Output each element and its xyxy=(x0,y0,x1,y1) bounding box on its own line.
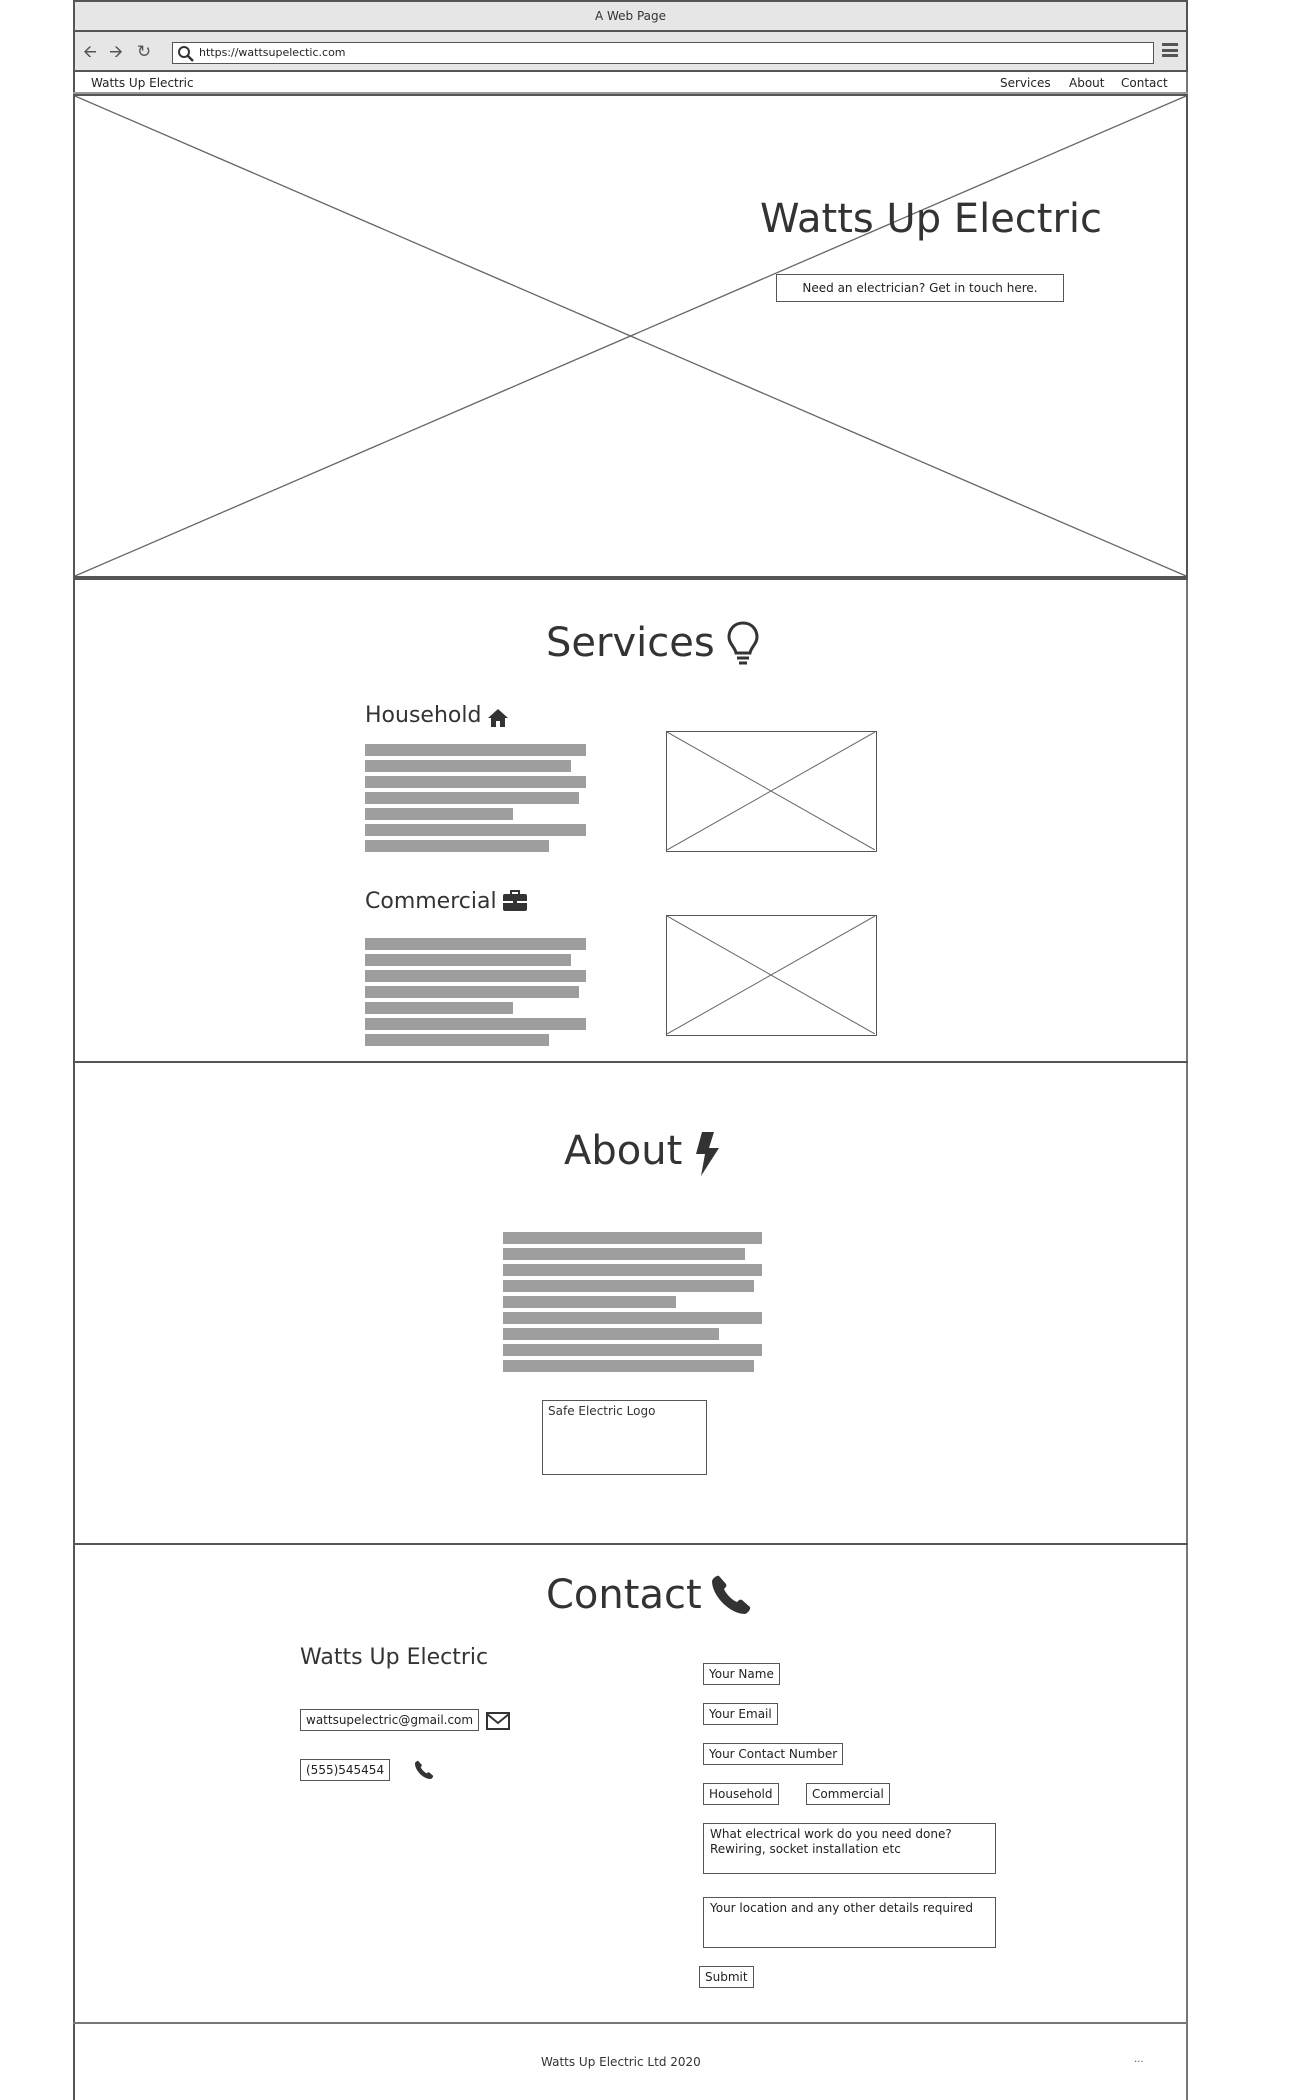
form-household-option[interactable]: Household xyxy=(703,1783,779,1805)
back-arrow-icon[interactable]: 🡨 xyxy=(80,42,100,62)
contact-phone-field[interactable]: (555)545454 xyxy=(300,1759,391,1781)
url-text: https://wattsupelectic.com xyxy=(199,46,346,59)
form-email-input[interactable]: Your Email xyxy=(703,1703,778,1725)
briefcase-icon xyxy=(503,890,527,911)
hero-placeholder-cross xyxy=(75,96,1186,576)
form-name-input[interactable]: Your Name xyxy=(703,1663,780,1685)
hero-image-placeholder xyxy=(73,94,1188,578)
service-household-text xyxy=(365,744,586,852)
nav-link-services[interactable]: Services xyxy=(1000,76,1051,90)
service-commercial-text xyxy=(365,938,586,1046)
window-title: A Web Page xyxy=(73,0,1188,32)
footer-text: Watts Up Electric Ltd 2020 xyxy=(541,2055,701,2069)
form-number-input[interactable]: Your Contact Number xyxy=(703,1743,844,1765)
safe-electric-logo-placeholder: Safe Electric Logo xyxy=(542,1400,707,1475)
url-input[interactable]: https://wattsupelectic.com xyxy=(172,42,1154,64)
services-title: Services xyxy=(546,620,715,666)
service-household-title: Household xyxy=(365,703,482,728)
forward-arrow-icon[interactable]: 🡪 xyxy=(106,42,126,62)
hero-title: Watts Up Electric xyxy=(760,196,1103,242)
services-divider-top xyxy=(73,578,1188,580)
phone-icon xyxy=(712,1575,751,1614)
form-location-textarea[interactable]: Your location and any other details requ… xyxy=(703,1897,996,1948)
contact-company-name: Watts Up Electric xyxy=(300,1645,489,1670)
form-commercial-option[interactable]: Commercial xyxy=(806,1783,890,1805)
reload-icon[interactable]: ↻ xyxy=(134,42,154,62)
hero-cta-button[interactable]: Need an electrician? Get in touch here. xyxy=(776,274,1064,302)
phone-small-icon xyxy=(414,1760,434,1780)
envelope-icon xyxy=(486,1712,510,1730)
service-commercial-image xyxy=(666,915,877,1036)
search-icon xyxy=(178,46,194,62)
about-text xyxy=(503,1232,762,1372)
lightbulb-icon xyxy=(727,621,759,665)
nav-link-about[interactable]: About xyxy=(1069,76,1104,90)
nav-link-contact[interactable]: Contact xyxy=(1121,76,1168,90)
form-work-textarea[interactable]: What electrical work do you need done? R… xyxy=(703,1823,996,1874)
form-submit-button[interactable]: Submit xyxy=(699,1966,754,1988)
service-household-image xyxy=(666,731,877,852)
about-title: About xyxy=(564,1128,683,1174)
hamburger-menu-icon[interactable] xyxy=(1162,43,1178,59)
service-commercial-title: Commercial xyxy=(365,889,497,914)
about-divider-top xyxy=(73,1061,1188,1063)
footer-divider-top xyxy=(73,2022,1188,2024)
contact-title: Contact xyxy=(546,1572,702,1618)
home-icon xyxy=(488,709,508,727)
contact-divider-top xyxy=(73,1543,1188,1545)
contact-email-field[interactable]: wattsupelectric@gmail.com xyxy=(300,1709,480,1731)
nav-brand[interactable]: Watts Up Electric xyxy=(91,76,194,90)
lightning-bolt-icon xyxy=(696,1132,719,1176)
footer-ellipsis: ... xyxy=(1134,2054,1144,2065)
